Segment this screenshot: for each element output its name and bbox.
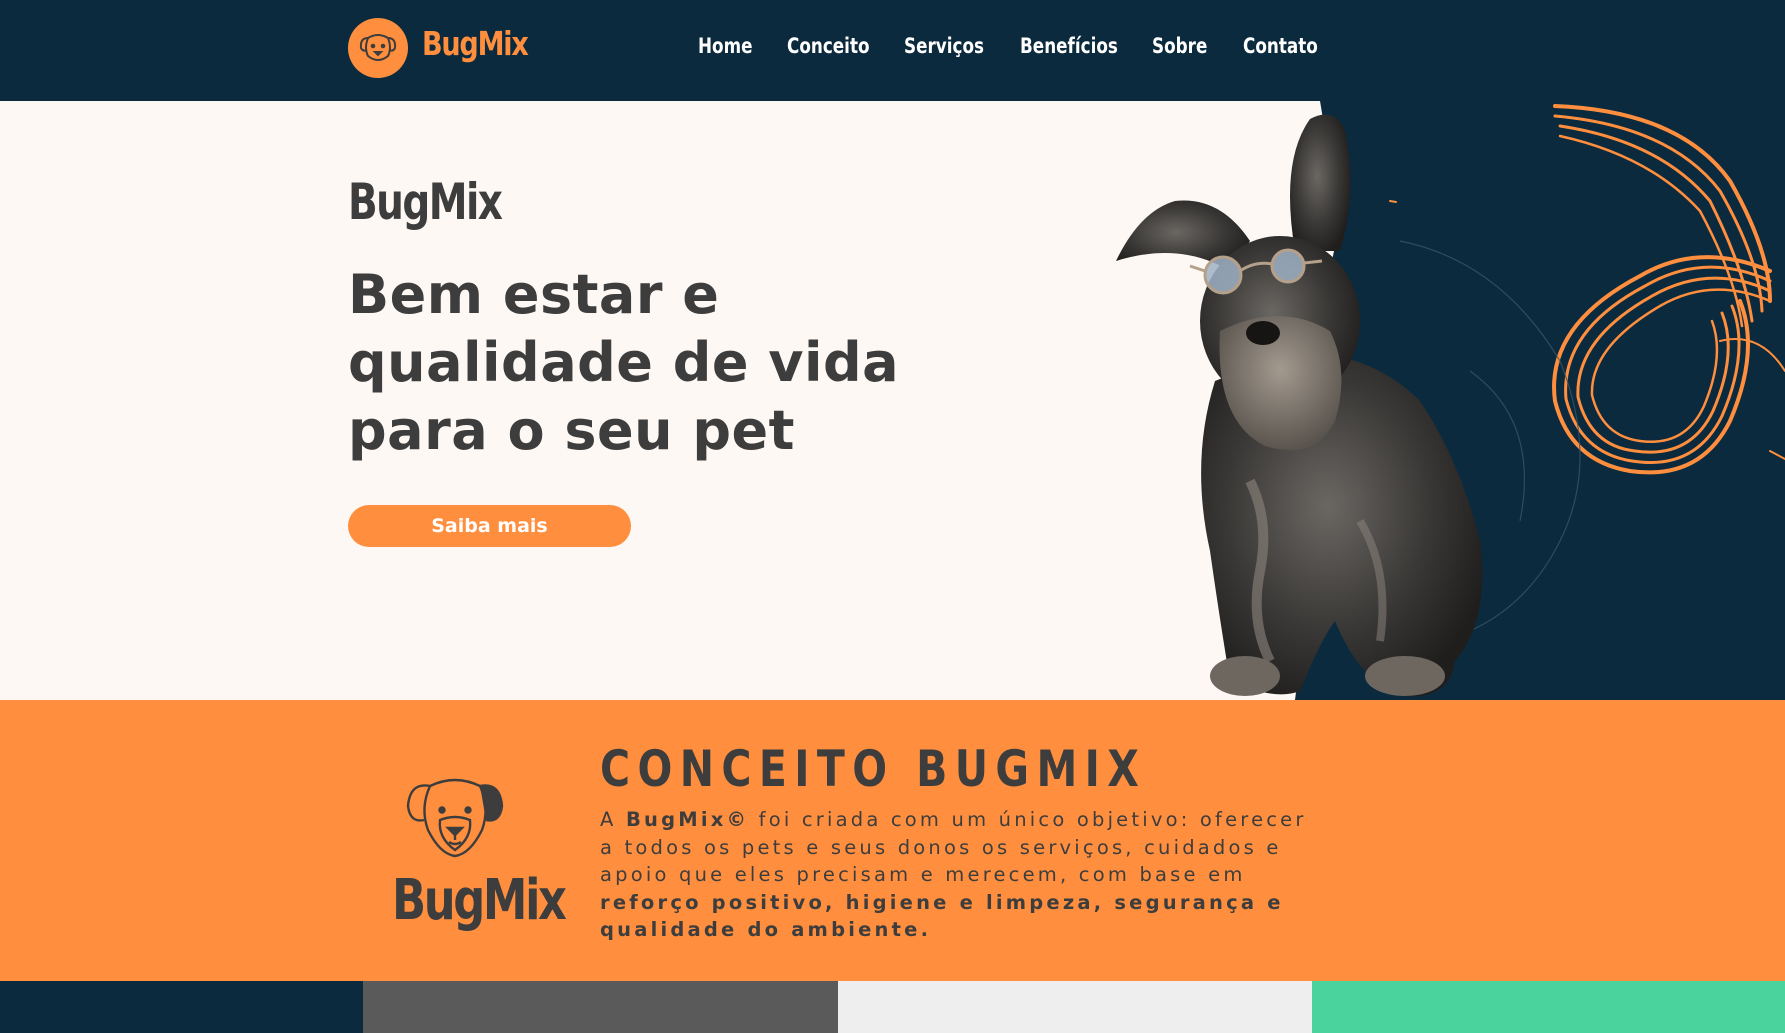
site-header: BugMix Home Conceito Serviços Benefícios…	[0, 0, 1785, 101]
dog-face-icon	[406, 778, 504, 858]
strip-navy	[0, 981, 363, 1033]
hero-title: Bem estar e qualidade de vida para o seu…	[348, 261, 908, 465]
strip-green	[1312, 981, 1785, 1033]
bottom-color-strip	[0, 981, 1785, 1033]
nav-sobre[interactable]: Sobre	[1152, 34, 1207, 58]
nav-home[interactable]: Home	[698, 34, 753, 58]
main-nav: Home Conceito Serviços Benefícios Sobre …	[0, 34, 1785, 66]
nav-conceito[interactable]: Conceito	[787, 34, 870, 58]
hero-section: BugMix Bem estar e qualidade de vida par…	[0, 101, 1785, 700]
concept-text-part: A	[600, 808, 626, 831]
concept-logo: BugMix	[370, 768, 567, 938]
strip-light	[838, 981, 1312, 1033]
nav-servicos[interactable]: Serviços	[904, 34, 984, 58]
concept-text-bold: reforço positivo, higiene e limpeza, seg…	[600, 890, 1284, 942]
hero-title-line-1: Bem estar e	[348, 263, 720, 326]
strip-gray	[363, 981, 838, 1033]
nav-contato[interactable]: Contato	[1243, 34, 1318, 58]
concept-logo-text: BugMix	[392, 868, 567, 933]
concept-section: BugMix CONCEITO BUGMIX A BugMix© foi cri…	[0, 700, 1785, 981]
hero-brand: BugMix	[348, 173, 503, 231]
nav-beneficios[interactable]: Benefícios	[1020, 34, 1118, 58]
hero-title-line-3: para o seu pet	[348, 399, 795, 462]
schnauzer-dog-with-glasses-image	[1116, 114, 1483, 697]
concept-text-bold: BugMix©	[625, 808, 750, 831]
hero-title-line-2: qualidade de vida	[348, 331, 900, 394]
concept-title: CONCEITO BUGMIX	[600, 740, 1147, 798]
saiba-mais-button[interactable]: Saiba mais	[348, 505, 631, 547]
concept-description: A BugMix© foi criada com um único objeti…	[600, 806, 1320, 944]
